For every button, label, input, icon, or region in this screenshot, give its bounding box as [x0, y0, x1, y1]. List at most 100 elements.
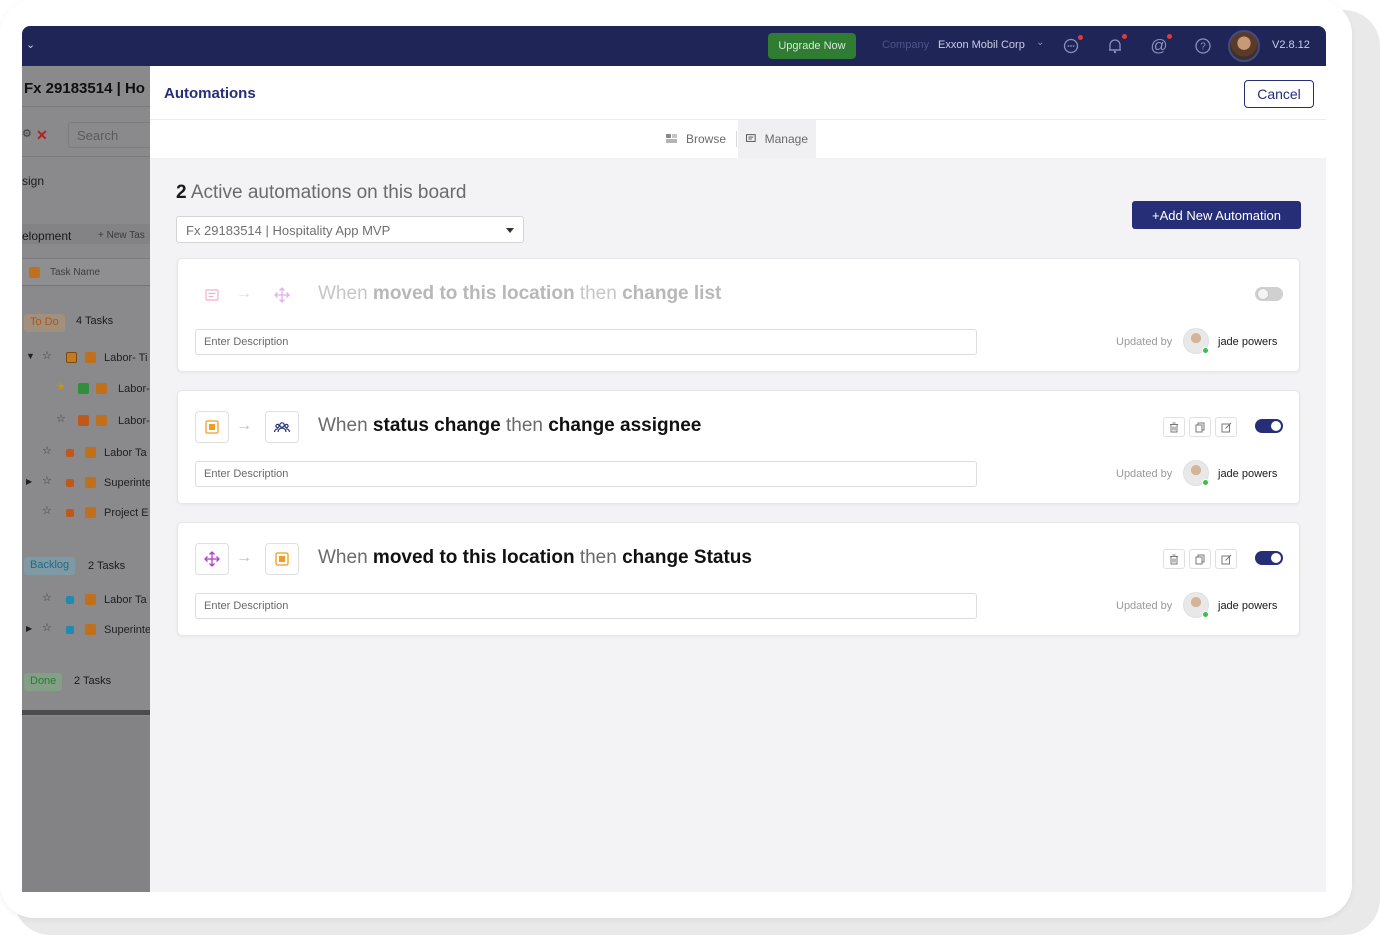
edit-button[interactable]	[1215, 549, 1237, 569]
description-input[interactable]: Enter Description	[195, 593, 977, 619]
delete-button[interactable]	[1163, 417, 1185, 437]
task-name[interactable]: Superinte	[104, 624, 150, 636]
app-version: V2.8.12	[1272, 39, 1310, 51]
notification-dot	[1078, 35, 1083, 40]
help-icon[interactable]: ?	[1192, 35, 1214, 57]
automations-modal: Automations Cancel Browse Manage 2 Activ…	[150, 66, 1326, 892]
task-icon	[85, 624, 96, 635]
star-icon[interactable]: ☆	[56, 412, 66, 425]
automation-toggle[interactable]	[1255, 287, 1283, 301]
upgrade-button[interactable]: Upgrade Now	[768, 33, 856, 59]
search-input[interactable]: Search	[68, 122, 150, 148]
task-name[interactable]: Labor-	[118, 415, 150, 427]
chevron-down-icon[interactable]: ⌄	[26, 38, 35, 51]
chevron-down-icon[interactable]: ⌄	[1036, 37, 1044, 48]
task-name[interactable]: Labor Ta	[104, 447, 147, 459]
status-icon	[66, 479, 74, 487]
action-box	[265, 411, 299, 443]
status-icon	[66, 626, 74, 634]
tab-manage-label: Manage	[764, 132, 808, 146]
rule-action: change list	[622, 283, 722, 304]
caret-down-icon[interactable]: ▼	[26, 351, 35, 361]
task-name[interactable]: Project E	[104, 507, 149, 519]
board-select[interactable]: Fx 29183514 | Hospitality App MVP	[176, 216, 524, 243]
description-input[interactable]: Enter Description	[195, 461, 977, 487]
task-icon	[85, 507, 96, 518]
task-row[interactable]: ▶ ☆ Superinte	[22, 469, 150, 499]
tab-browse[interactable]: Browse	[658, 120, 734, 158]
section-development[interactable]: elopment	[22, 229, 71, 243]
section-design[interactable]: sign	[22, 174, 44, 188]
cancel-button[interactable]: Cancel	[1244, 80, 1314, 108]
group-done-label[interactable]: Done	[24, 673, 63, 691]
grid-icon	[666, 134, 677, 143]
task-row[interactable]: ☆ Labor Ta	[22, 439, 150, 469]
app-screen: ⌄ Upgrade Now Company Exxon Mobil Corp ⌄…	[22, 26, 1326, 892]
star-icon[interactable]: ☆	[42, 504, 52, 517]
task-icon	[85, 352, 96, 363]
manage-icon	[746, 134, 756, 142]
status-icon	[275, 552, 289, 566]
automation-card: → When moved to this location then chang…	[177, 522, 1300, 636]
rule-action: change assignee	[548, 415, 702, 436]
divider	[22, 106, 150, 107]
star-icon[interactable]: ☆	[42, 444, 52, 457]
star-icon[interactable]: ☆	[42, 474, 52, 487]
task-icon	[85, 594, 96, 605]
rule-action: change Status	[622, 547, 752, 568]
new-task-button[interactable]: + New Tas	[98, 230, 145, 241]
star-filled-icon[interactable]: ★	[56, 380, 66, 393]
toggle-knob	[1271, 421, 1281, 431]
task-name[interactable]: Superinte	[104, 477, 150, 489]
trigger-box	[195, 411, 229, 443]
caret-right-icon[interactable]: ▶	[26, 624, 32, 633]
device-frame: ⌄ Upgrade Now Company Exxon Mobil Corp ⌄…	[0, 0, 1352, 918]
rule-trigger: status change	[372, 415, 501, 436]
status-icon	[66, 509, 74, 517]
group-todo-label[interactable]: To Do	[24, 314, 65, 332]
close-icon[interactable]: ✕	[36, 127, 48, 144]
task-row[interactable]: ☆ Labor Ta	[22, 586, 150, 616]
star-icon[interactable]: ☆	[42, 621, 52, 634]
horizontal-scrollbar[interactable]	[22, 710, 150, 715]
action-box	[265, 279, 299, 311]
duplicate-button[interactable]	[1189, 417, 1211, 437]
group-backlog-label[interactable]: Backlog	[24, 557, 76, 575]
star-icon[interactable]: ☆	[42, 349, 52, 362]
task-table-header: Task Name	[22, 258, 150, 286]
task-row[interactable]: ☆ Project E	[22, 499, 150, 529]
description-input[interactable]: Enter Description	[195, 329, 977, 355]
task-icon	[96, 415, 107, 426]
star-icon[interactable]: ☆	[42, 591, 52, 604]
svg-text:?: ?	[1200, 42, 1206, 53]
task-row[interactable]: ▶ ☆ Superinte	[22, 616, 150, 646]
at-icon[interactable]: @	[1148, 35, 1170, 57]
trash-icon	[1170, 554, 1178, 564]
duplicate-button[interactable]	[1189, 549, 1211, 569]
task-icon	[96, 383, 107, 394]
automation-toggle[interactable]	[1255, 551, 1283, 565]
rule-then: then	[505, 415, 543, 436]
automation-toggle[interactable]	[1255, 419, 1283, 433]
add-automation-button[interactable]: +Add New Automation	[1132, 201, 1301, 229]
company-selector[interactable]: Exxon Mobil Corp	[938, 39, 1025, 51]
task-row[interactable]: ☆ Labor-	[22, 407, 150, 437]
active-automations-count: 2 Active automations on this board	[176, 182, 466, 204]
move-icon	[204, 551, 220, 567]
task-name[interactable]: Labor-	[118, 383, 150, 395]
task-icon	[29, 267, 40, 278]
task-icon	[85, 447, 96, 458]
delete-button[interactable]	[1163, 549, 1185, 569]
task-row[interactable]: ▼ ☆ Labor- Ti	[22, 344, 150, 374]
task-row[interactable]: ★ Labor-	[22, 375, 150, 405]
user-avatar[interactable]	[1228, 30, 1260, 62]
divider	[22, 156, 150, 157]
edit-button[interactable]	[1215, 417, 1237, 437]
caret-right-icon[interactable]: ▶	[26, 477, 32, 486]
task-name[interactable]: Labor- Ti	[104, 352, 147, 364]
tab-manage[interactable]: Manage	[738, 120, 816, 158]
task-name[interactable]: Labor Ta	[104, 594, 147, 606]
board-side-panel: Fx 29183514 | Ho ⚙ ✕ Search sign elopmen…	[22, 66, 150, 892]
status-icon	[66, 596, 74, 604]
gear-icon[interactable]: ⚙	[22, 127, 32, 140]
